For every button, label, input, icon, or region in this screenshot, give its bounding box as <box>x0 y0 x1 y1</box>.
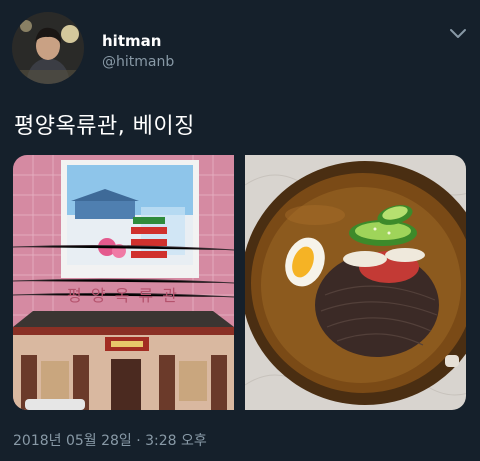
user-handle[interactable]: @hitmanb <box>102 54 174 70</box>
avatar-photo <box>12 12 84 84</box>
more-options-button[interactable] <box>446 22 470 44</box>
media-grid: 평 양 옥 류 관 <box>13 155 466 410</box>
avatar[interactable] <box>12 12 84 84</box>
facade-sign: 평 양 옥 류 관 <box>67 286 179 305</box>
cold-noodles-image <box>245 155 466 410</box>
tweet-text: 평양옥류관, 베이징 <box>14 114 195 139</box>
restaurant-building-image: 평 양 옥 류 관 <box>13 155 234 410</box>
chevron-down-icon <box>450 29 466 38</box>
display-name[interactable]: hitman <box>102 32 161 50</box>
photo-naengmyeon[interactable] <box>245 155 466 410</box>
tweet-timestamp[interactable]: 2018년 05월 28일 · 3:28 오후 <box>13 430 207 450</box>
photo-restaurant[interactable]: 평 양 옥 류 관 <box>13 155 234 410</box>
